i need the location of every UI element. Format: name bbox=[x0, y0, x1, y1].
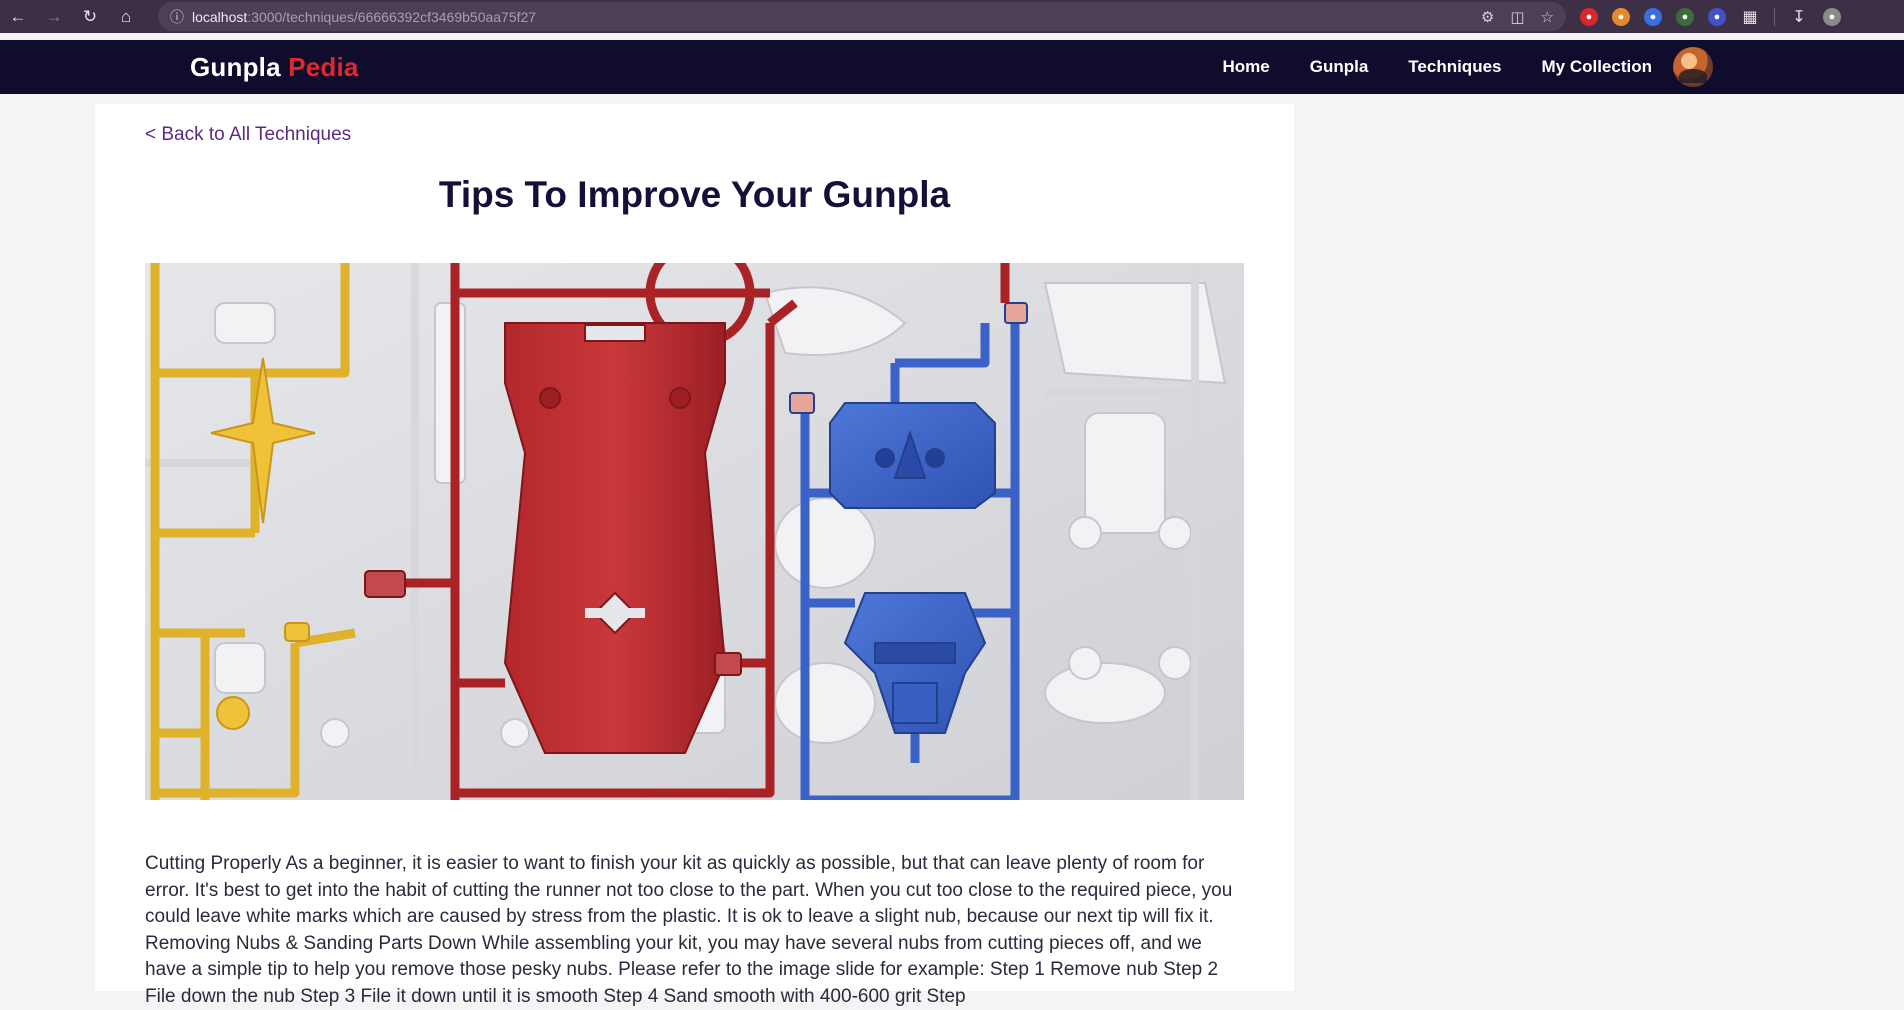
back-arrow-icon[interactable]: ← bbox=[0, 0, 36, 33]
extension-fox-icon[interactable]: ● bbox=[1612, 7, 1630, 26]
install-app-icon[interactable]: ◫ bbox=[1510, 8, 1524, 26]
key-icon[interactable]: ⚙ bbox=[1481, 8, 1494, 26]
page-title: Tips To Improve Your Gunpla bbox=[438, 174, 951, 215]
back-to-techniques-link[interactable]: < Back to All Techniques bbox=[145, 124, 351, 146]
gunpla-runner-photo bbox=[145, 263, 1244, 800]
puzzle-extensions-icon[interactable]: ▦ bbox=[1740, 7, 1760, 27]
reload-icon[interactable]: ↻ bbox=[72, 0, 108, 33]
technique-card: < Back to All Techniques Tips To Improve… bbox=[95, 104, 1294, 1007]
site-logo[interactable]: Gunpla Pedia bbox=[190, 52, 359, 83]
hero-image bbox=[145, 263, 1244, 800]
extension-blue-icon[interactable]: ● bbox=[1644, 7, 1662, 26]
site-navbar: Gunpla Pedia Home Gunpla Techniques My C… bbox=[0, 40, 1904, 94]
url-text[interactable]: localhost:3000/techniques/66666392cf3469… bbox=[192, 9, 536, 25]
avatar[interactable] bbox=[1673, 47, 1713, 87]
forward-arrow-icon[interactable]: → bbox=[36, 0, 72, 33]
profile-icon[interactable]: ● bbox=[1823, 7, 1841, 26]
nav-gunpla[interactable]: Gunpla bbox=[1310, 57, 1369, 77]
bookmark-star-icon[interactable]: ☆ bbox=[1541, 8, 1554, 26]
toolbar-divider bbox=[1774, 7, 1775, 26]
address-bar[interactable]: ⓘ localhost:3000/techniques/66666392cf34… bbox=[158, 2, 1566, 31]
site-info-icon[interactable]: ⓘ bbox=[162, 7, 192, 27]
extension-red-icon[interactable]: ● bbox=[1580, 7, 1598, 26]
technique-body: Cutting Properly As a beginner, it is ea… bbox=[145, 853, 1233, 1007]
extensions-bar: ● ● ● ● ● ▦ ↧ ● bbox=[1580, 0, 1841, 33]
nav-home[interactable]: Home bbox=[1222, 57, 1269, 77]
extension-leaf-icon[interactable]: ● bbox=[1676, 7, 1694, 26]
nav-techniques[interactable]: Techniques bbox=[1408, 57, 1501, 77]
download-icon[interactable]: ↧ bbox=[1789, 7, 1809, 27]
nav-links: Home Gunpla Techniques My Collection bbox=[1182, 40, 1652, 94]
extension-shield-icon[interactable]: ● bbox=[1708, 7, 1726, 26]
home-icon[interactable]: ⌂ bbox=[108, 0, 144, 33]
nav-my-collection[interactable]: My Collection bbox=[1541, 57, 1652, 77]
